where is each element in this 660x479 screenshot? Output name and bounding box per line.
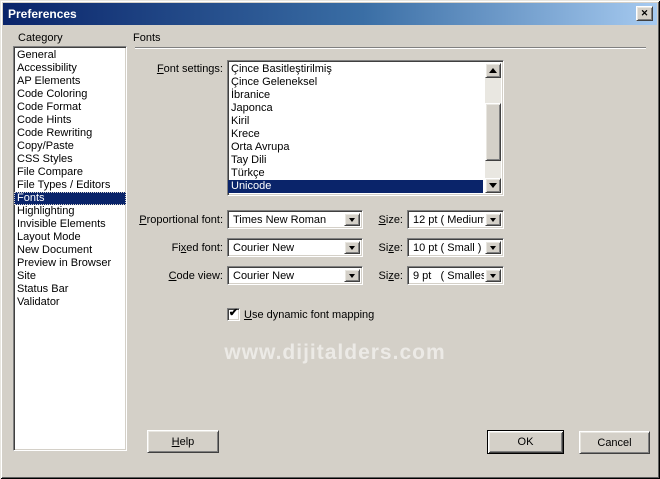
scrollbar-thumb[interactable] [485,103,501,161]
category-item[interactable]: CSS Styles [14,153,126,166]
chevron-down-icon [490,218,496,222]
code-view-size-select[interactable]: 9 pt ( Smallest ) [407,266,504,285]
arrow-up-icon [489,68,497,73]
chevron-down-icon [490,274,496,278]
font-settings-item[interactable]: Tay Dili [228,154,483,167]
preferences-dialog: Preferences ✕ Category GeneralAccessibil… [0,0,660,479]
chevron-down-icon [490,246,496,250]
cancel-button[interactable]: Cancel [579,431,650,454]
font-settings-item[interactable]: Çince Geleneksel [228,76,483,89]
dropdown-arrow-button[interactable] [485,269,501,282]
category-item[interactable]: Code Rewriting [14,127,126,140]
category-item[interactable]: File Types / Editors [14,179,126,192]
help-button-label: Help [172,436,195,448]
close-icon: ✕ [641,9,649,18]
size-label-1: Size: [270,214,403,226]
category-item[interactable]: Code Hints [14,114,126,127]
panel-header: Fonts [133,32,161,44]
font-settings-item[interactable]: Orta Avrupa [228,141,483,154]
font-settings-item[interactable]: Unicode [228,180,483,193]
font-settings-item[interactable]: Japonca [228,102,483,115]
arrow-down-icon [489,183,497,188]
font-settings-item[interactable]: Türkçe [228,167,483,180]
category-item[interactable]: Preview in Browser [14,257,126,270]
category-item[interactable]: File Compare [14,166,126,179]
separator-line [135,47,646,49]
help-button[interactable]: Help [147,430,219,453]
font-list-scrollbar[interactable] [485,63,501,193]
category-item[interactable]: Validator [14,296,126,309]
use-dynamic-font-mapping-label: Use dynamic font mapping [244,309,374,321]
close-button[interactable]: ✕ [636,6,653,21]
category-item[interactable]: AP Elements [14,75,126,88]
font-settings-item[interactable]: Kiril [228,115,483,128]
ok-button[interactable]: OK [487,430,564,454]
ok-button-label: OK [518,436,534,448]
category-label: Category [18,32,63,44]
font-settings-item[interactable]: Çince Basitleştirilmiş [228,63,483,76]
dropdown-arrow-button[interactable] [485,241,501,254]
fixed-size-value: 10 pt ( Small ) [410,241,484,254]
category-item[interactable]: Status Bar [14,283,126,296]
font-settings-listbox[interactable]: Çince BasitleştirilmişÇince Gelenekselİb… [227,60,504,196]
category-item[interactable]: General [14,49,126,62]
font-settings-item[interactable]: İbranice [228,89,483,102]
code-view-label: Code view: [90,270,223,282]
proportional-size-select[interactable]: 12 pt ( Medium ) [407,210,504,229]
category-item[interactable]: Code Coloring [14,88,126,101]
size-label-3: Size: [270,270,403,282]
fixed-font-label: Fixed font: [90,242,223,254]
category-item[interactable]: Code Format [14,101,126,114]
cancel-button-label: Cancel [597,437,631,449]
watermark: www.dijitalders.com [170,341,500,365]
titlebar[interactable]: Preferences ✕ [3,3,657,25]
font-settings-item[interactable]: Krece [228,128,483,141]
proportional-size-value: 12 pt ( Medium ) [410,213,484,226]
window-title: Preferences [3,7,77,21]
category-item[interactable]: Fonts [14,192,126,205]
size-label-2: Size: [270,242,403,254]
font-settings-label: Font settings: [90,63,223,75]
category-item[interactable]: Copy/Paste [14,140,126,153]
fixed-size-select[interactable]: 10 pt ( Small ) [407,238,504,257]
check-icon: ✔ [229,308,238,319]
scroll-down-button[interactable] [485,178,501,193]
code-view-size-value: 9 pt ( Smallest ) [410,269,484,282]
scroll-up-button[interactable] [485,63,501,78]
use-dynamic-font-mapping-checkbox[interactable]: ✔ [227,308,240,321]
proportional-font-label: Proportional font: [90,214,223,226]
dropdown-arrow-button[interactable] [485,213,501,226]
